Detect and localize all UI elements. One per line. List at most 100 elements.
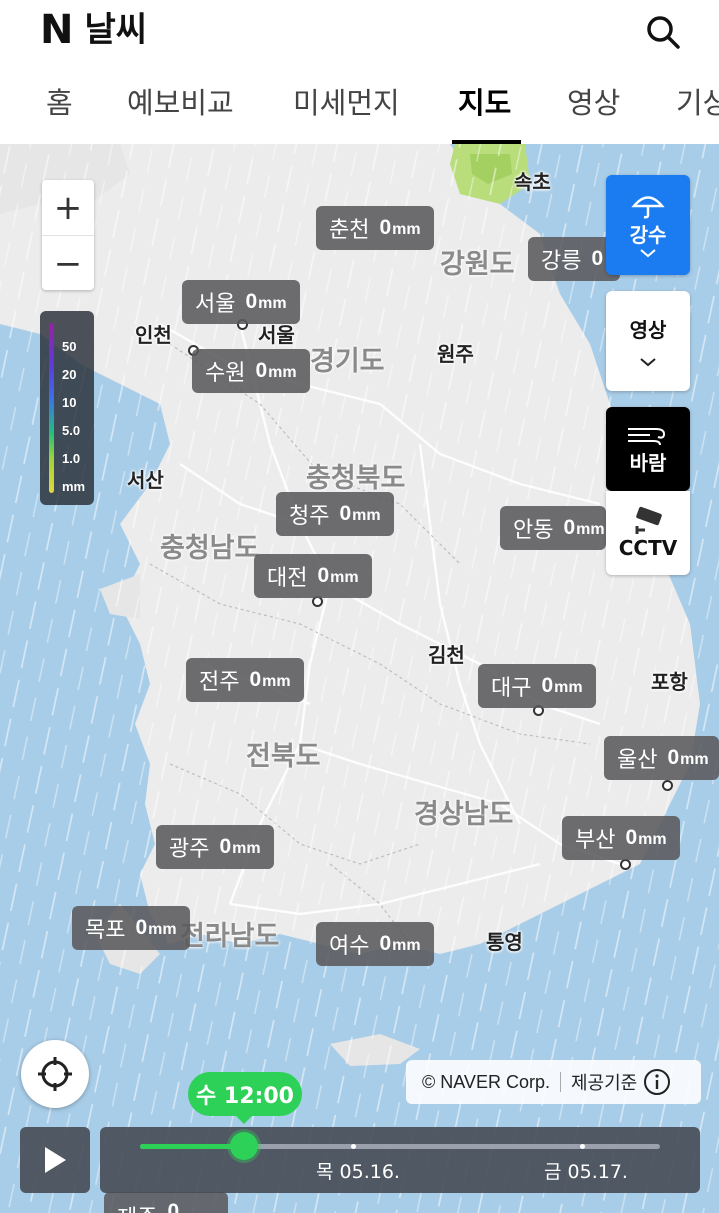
video-layer-button[interactable]: 영상 [606,291,690,391]
city-rain-gwangju[interactable]: 광주 0 mm [156,825,274,869]
app-header: N 날씨 [0,0,719,60]
legend-label: 5.0 [62,423,81,438]
map-credit: © NAVER Corp. 제공기준 [406,1060,701,1104]
zoom-in-button[interactable]: + [42,180,94,235]
city-rain-ulsan[interactable]: 울산 0 mm [604,736,719,780]
naver-logo-mark: N [40,7,73,53]
rain-unit: mm [638,831,667,848]
data-source-link[interactable]: 제공기준 [571,1069,637,1095]
time-slider-handle[interactable] [230,1132,258,1160]
region-label: 충청남도 [160,533,260,564]
rain-unit: mm [392,221,421,238]
tab-fine-dust[interactable]: 미세먼지 [293,80,400,122]
rain-unit: mm [680,751,709,768]
rain-value: 0 [249,668,262,691]
tab-home[interactable]: 홈 [46,80,73,122]
chevron-down-icon [640,357,656,366]
city-rain-seoul[interactable]: 서울 0 mm [182,280,300,324]
day-label: 금 05.17. [544,1161,628,1183]
naver-weather-logo[interactable]: N 날씨 [40,10,147,50]
tab-weather-news[interactable]: 기상 [676,80,719,122]
legend-label: 10 [62,395,77,410]
rain-value: 0 [339,502,352,525]
city-rain-cheongju[interactable]: 청주 0 mm [276,492,394,536]
video-layer-label: 영상 [629,317,667,342]
tab-bar: 홈 예보비교 미세먼지 지도 영상 기상 [0,62,719,145]
city-rain-yeosu[interactable]: 여수 0 mm [316,922,434,966]
cctv-layer-button[interactable]: CCTV [606,491,690,575]
rain-value: 0 [245,290,258,313]
city-name: 강릉 [541,249,582,274]
city-name: 춘천 [329,218,370,243]
city-rain-daejeon[interactable]: 대전 0 mm [254,554,372,598]
rain-value: 0 [541,674,554,697]
region-label: 전라남도 [180,921,280,952]
region-label: 전북도 [246,741,321,772]
city-rain-busan[interactable]: 부산 0 mm [562,816,680,860]
rain-value: 0 [667,746,680,769]
time-progress [140,1144,244,1149]
region-label: 경상남도 [414,799,514,830]
region-label: 경기도 [310,346,385,377]
cctv-layer-label: CCTV [618,536,678,560]
city-rain-daegu[interactable]: 대구 0 mm [478,664,596,708]
chevron-down-icon [640,248,656,257]
wind-layer-button[interactable]: 바람 [606,407,690,491]
wind-icon [628,427,666,445]
rain-value: 0 [317,564,330,587]
legend-label: mm [62,479,86,494]
city-marker [662,780,673,791]
city-name: 전주 [199,670,240,695]
city-name: 울산 [617,748,658,773]
place-label: 서산 [127,468,164,492]
city-rain-jeju[interactable]: 제주 0 [104,1192,228,1213]
play-button[interactable] [20,1127,90,1193]
region-label: 충청북도 [306,463,406,494]
play-icon [45,1147,66,1173]
rain-unit: mm [268,364,297,381]
rain-value: 0 [135,916,148,939]
city-rain-jeonju[interactable]: 전주 0 mm [186,658,304,702]
place-label: 통영 [486,930,523,954]
rain-value: 0 [379,216,392,239]
city-name: 제주 [117,1200,157,1213]
city-name: 부산 [575,828,616,853]
wind-layer-label: 바람 [629,450,667,475]
city-name: 안동 [513,518,554,543]
place-label: 인천 [135,323,172,347]
tab-map[interactable]: 지도 [458,80,511,122]
current-location-button[interactable] [21,1040,89,1108]
search-icon[interactable] [643,12,683,52]
city-rain-andong[interactable]: 안동 0 mm [500,506,606,550]
rain-unit: mm [352,507,381,524]
rain-value: 0 [167,1200,180,1213]
time-slider[interactable]: 목 05.16. 금 05.17. [100,1127,700,1193]
rain-layer-button[interactable]: 강수 [606,175,690,275]
city-name: 대전 [267,566,308,591]
rain-value: 0 [219,835,232,858]
place-label: 포항 [651,670,688,694]
tab-video[interactable]: 영상 [567,80,620,122]
umbrella-icon [631,195,665,218]
rain-value: 0 [563,516,576,539]
city-name: 여수 [329,934,370,959]
city-rain-chuncheon[interactable]: 춘천 0 mm [316,206,434,250]
legend-label: 1.0 [62,451,81,466]
rain-unit: mm [232,840,261,857]
rain-unit: mm [148,921,177,938]
app-title: 날씨 [84,10,148,50]
zoom-out-button[interactable]: − [42,235,94,291]
info-icon[interactable] [643,1068,671,1096]
rain-legend: 50 20 10 5.0 1.0 mm [40,311,94,505]
city-rain-mokpo[interactable]: 목포 0 mm [72,906,190,950]
zoom-control: + − [42,180,94,290]
legend-label: 50 [62,339,77,354]
city-name: 대구 [491,676,532,701]
place-label: 원주 [437,342,474,366]
copyright-text: © NAVER Corp. [422,1071,550,1092]
city-name: 수원 [205,361,246,386]
time-track [140,1132,660,1160]
rain-value: 0 [625,826,638,849]
tab-forecast-compare[interactable]: 예보비교 [127,80,234,122]
city-rain-suwon[interactable]: 수원 0 mm [192,349,310,393]
